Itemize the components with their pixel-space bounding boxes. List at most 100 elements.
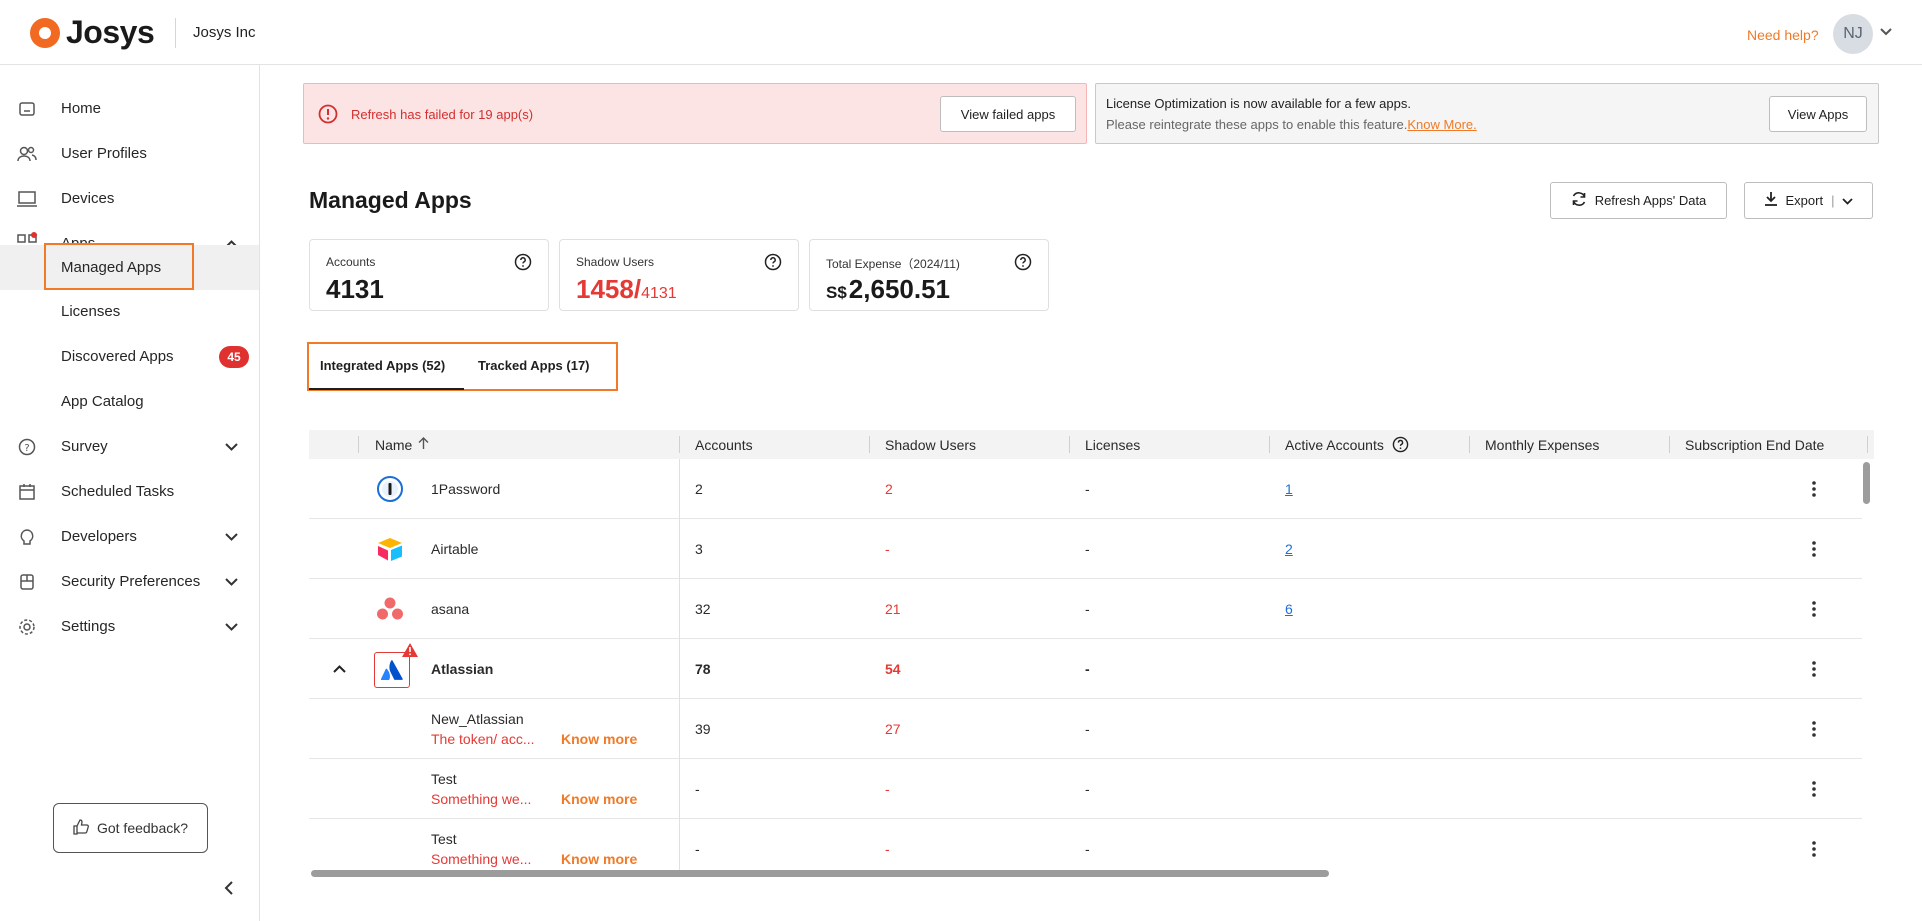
app-instance-name[interactable]: Test — [431, 771, 457, 787]
app-name[interactable]: Atlassian — [431, 639, 493, 699]
total-expense-card: Total Expense（2024/11) S$2,650.51 — [809, 239, 1049, 311]
sidebar-item-security-preferences[interactable]: Security Preferences — [0, 559, 259, 604]
table-row[interactable]: Test Something we... Know more - - - — [309, 819, 1862, 870]
sidebar-item-user-profiles[interactable]: User Profiles — [0, 131, 259, 176]
chevron-down-icon[interactable] — [224, 620, 238, 634]
column-header-licenses[interactable]: Licenses — [1085, 430, 1140, 459]
more-options-icon[interactable] — [1804, 659, 1824, 679]
expense-amount: 2,650.51 — [848, 274, 951, 304]
tab-tracked-apps[interactable]: Tracked Apps (17) — [478, 358, 590, 373]
asana-icon — [375, 594, 405, 624]
sidebar-item-licenses[interactable]: Licenses — [0, 289, 259, 334]
license-optimization-alert: License Optimization is now available fo… — [1095, 83, 1879, 144]
sidebar-item-app-catalog[interactable]: App Catalog — [0, 379, 259, 424]
sidebar-item-scheduled-tasks[interactable]: Scheduled Tasks — [0, 469, 259, 514]
josys-logo[interactable]: Josys — [30, 14, 155, 51]
column-header-accounts[interactable]: Accounts — [695, 430, 753, 459]
download-icon — [1764, 191, 1778, 210]
sidebar-item-devices[interactable]: Devices — [0, 176, 259, 221]
column-separator — [679, 639, 680, 699]
column-header-shadow-users[interactable]: Shadow Users — [885, 430, 976, 459]
table-row[interactable]: Airtable 3 - - 2 — [309, 519, 1862, 579]
help-question-icon[interactable] — [514, 253, 532, 271]
table-row[interactable]: asana 32 21 - 6 — [309, 579, 1862, 639]
help-question-icon[interactable] — [1014, 253, 1032, 271]
refresh-failed-alert: Refresh has failed for 19 app(s) View fa… — [303, 83, 1087, 144]
sidebar-item-label: User Profiles — [61, 145, 147, 162]
more-options-icon[interactable] — [1804, 839, 1824, 859]
sidebar: Home User Profiles Devices Apps Managed … — [0, 65, 260, 921]
active-accounts-cell[interactable]: 6 — [1285, 579, 1293, 639]
sidebar-item-label: Discovered Apps — [61, 348, 174, 365]
app-name[interactable]: 1Password — [431, 459, 500, 519]
licenses-cell: - — [1085, 781, 1090, 797]
horizontal-scrollbar[interactable] — [311, 870, 1329, 877]
chevron-down-icon[interactable] — [224, 440, 238, 454]
more-options-icon[interactable] — [1804, 599, 1824, 619]
table-row[interactable]: 1Password 2 2 - 1 — [309, 459, 1862, 519]
table-row[interactable]: New_Atlassian The token/ acc... Know mor… — [309, 699, 1862, 759]
table-row[interactable]: Atlassian 78 54 - — [309, 639, 1862, 699]
export-button[interactable]: Export | — [1744, 182, 1873, 219]
license-info-line1: License Optimization is now available fo… — [1106, 96, 1411, 111]
know-more-link[interactable]: Know More. — [1407, 117, 1476, 132]
refresh-apps-data-button[interactable]: Refresh Apps' Data — [1550, 182, 1727, 219]
more-options-icon[interactable] — [1804, 479, 1824, 499]
column-header-subscription-end-date[interactable]: Subscription End Date — [1685, 430, 1824, 459]
help-question-icon[interactable] — [764, 253, 782, 271]
column-separator — [679, 819, 680, 870]
sort-ascending-icon[interactable] — [418, 436, 429, 453]
column-name-label: Name — [375, 436, 413, 453]
chevron-down-icon[interactable] — [224, 530, 238, 544]
licenses-cell: - — [1085, 721, 1090, 737]
collapse-sidebar-icon[interactable] — [224, 878, 234, 901]
shadow-users-cell: - — [885, 541, 890, 557]
sidebar-item-label: Settings — [61, 618, 116, 635]
vertical-scrollbar[interactable] — [1863, 462, 1870, 504]
thumbs-up-icon — [73, 818, 89, 838]
column-header-monthly-expenses[interactable]: Monthly Expenses — [1485, 430, 1599, 459]
sidebar-item-discovered-apps[interactable]: Discovered Apps 45 — [0, 334, 259, 379]
active-accounts-link[interactable]: 2 — [1285, 541, 1293, 557]
active-accounts-cell[interactable]: 1 — [1285, 459, 1293, 519]
app-name[interactable]: Airtable — [431, 519, 478, 579]
error-message: The token/ acc... — [431, 731, 535, 747]
column-separator — [679, 579, 680, 639]
column-separator — [1069, 436, 1070, 453]
help-question-icon[interactable] — [1392, 436, 1409, 453]
more-options-icon[interactable] — [1804, 719, 1824, 739]
sidebar-item-developers[interactable]: Developers — [0, 514, 259, 559]
tab-integrated-apps[interactable]: Integrated Apps (52) — [320, 358, 445, 373]
chevron-down-icon[interactable] — [224, 575, 238, 589]
chevron-up-icon[interactable] — [329, 659, 349, 679]
more-options-icon[interactable] — [1804, 779, 1824, 799]
app-instance-name[interactable]: New_Atlassian — [431, 711, 524, 727]
avatar[interactable]: NJ — [1833, 14, 1873, 54]
app-instance-name[interactable]: Test — [431, 831, 457, 847]
view-apps-button[interactable]: View Apps — [1769, 96, 1867, 132]
know-more-link[interactable]: Know more — [561, 791, 637, 807]
refresh-label: Refresh Apps' Data — [1594, 193, 1707, 208]
active-accounts-cell[interactable]: 2 — [1285, 519, 1293, 579]
know-more-link[interactable]: Know more — [561, 851, 637, 867]
more-options-icon[interactable] — [1804, 539, 1824, 559]
app-name[interactable]: asana — [431, 579, 469, 639]
column-separator — [869, 436, 870, 453]
managed-apps-table: Name Accounts Shadow Users Licenses Acti… — [309, 430, 1874, 870]
export-label: Export — [1785, 193, 1824, 208]
column-header-name[interactable]: Name — [375, 430, 429, 459]
sidebar-item-survey[interactable]: ? Survey — [0, 424, 259, 469]
active-tab-underline — [309, 388, 464, 390]
column-header-active-accounts[interactable]: Active Accounts — [1285, 430, 1409, 459]
table-row[interactable]: Test Something we... Know more - - - — [309, 759, 1862, 819]
active-accounts-link[interactable]: 6 — [1285, 601, 1293, 617]
sidebar-item-home[interactable]: Home — [0, 86, 259, 131]
view-failed-apps-button[interactable]: View failed apps — [940, 96, 1076, 132]
feedback-button[interactable]: Got feedback? — [53, 803, 208, 853]
sidebar-item-settings[interactable]: Settings — [0, 604, 259, 649]
know-more-link[interactable]: Know more — [561, 731, 637, 747]
chevron-down-icon[interactable] — [1880, 24, 1892, 39]
need-help-link[interactable]: Need help? — [1747, 27, 1819, 43]
feedback-label: Got feedback? — [96, 820, 189, 836]
active-accounts-link[interactable]: 1 — [1285, 481, 1293, 497]
